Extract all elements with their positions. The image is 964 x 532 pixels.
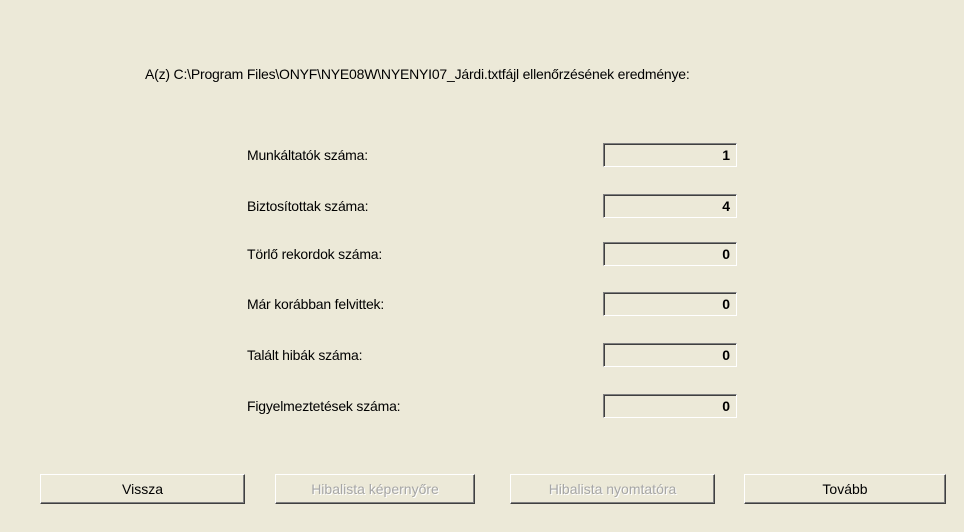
stat-label-previously-entered: Már korábban felvittek: [247, 296, 385, 312]
stat-label-errors-found: Talált hibák száma: [247, 347, 363, 363]
stat-row-previously-entered: Már korábban felvittek: 0 [0, 292, 964, 318]
stat-label-deleted-records: Törlő rekordok száma: [247, 246, 383, 262]
stat-label-employers: Munkáltatók száma: [247, 147, 368, 163]
stat-row-errors-found: Talált hibák száma: 0 [0, 343, 964, 369]
stat-row-deleted-records: Törlő rekordok száma: 0 [0, 242, 964, 268]
stat-label-insured: Biztosítottak száma: [247, 198, 369, 214]
back-button[interactable]: Vissza [40, 474, 245, 504]
stat-row-warnings: Figyelmeztetések száma: 0 [0, 394, 964, 420]
stat-value-deleted-records: 0 [603, 242, 737, 266]
result-header: A(z) C:\Program Files\ONYF\NYE08W\NYENYI… [145, 66, 690, 82]
stat-row-insured: Biztosítottak száma: 4 [0, 194, 964, 220]
error-list-screen-button[interactable]: Hibalista képernyőre [275, 474, 475, 504]
stat-value-errors-found: 0 [603, 343, 737, 367]
result-dialog: A(z) C:\Program Files\ONYF\NYE08W\NYENYI… [0, 0, 964, 532]
error-list-print-button[interactable]: Hibalista nyomtatóra [510, 474, 715, 504]
stat-value-employers: 1 [603, 143, 737, 167]
next-button[interactable]: Tovább [744, 474, 946, 504]
stat-value-warnings: 0 [603, 394, 737, 418]
stat-row-employers: Munkáltatók száma: 1 [0, 143, 964, 169]
stat-value-previously-entered: 0 [603, 292, 737, 316]
stat-label-warnings: Figyelmeztetések száma: [247, 398, 401, 414]
stat-value-insured: 4 [603, 194, 737, 218]
